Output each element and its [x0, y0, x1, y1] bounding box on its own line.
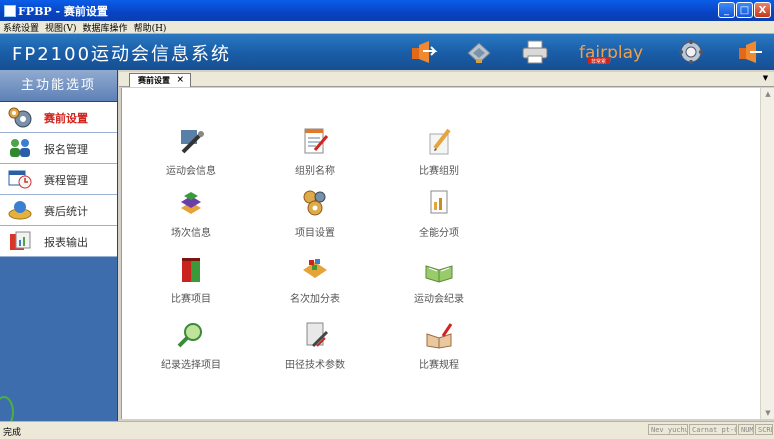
sidebar-item-label: 赛前设置 — [44, 112, 88, 125]
login-icon[interactable] — [409, 39, 439, 65]
tile-competition-events[interactable]: 比赛项目 — [136, 254, 246, 305]
status-text: 完成 — [3, 428, 22, 438]
tile-label: 比赛规程 — [419, 360, 459, 371]
sidebar-title: 主功能选项 — [0, 70, 117, 102]
sidebar-item-report[interactable]: 报表输出 — [0, 226, 117, 257]
sidebar: 主功能选项 赛前设置 报名管理 赛程管理 赛后统计 报表输出 — [0, 70, 118, 421]
sidebar-item-registration[interactable]: 报名管理 — [0, 133, 117, 164]
tile-label: 组别名称 — [295, 166, 335, 177]
open-book-icon — [425, 265, 453, 283]
app-icon — [4, 5, 16, 17]
gears-icon — [303, 190, 326, 216]
tile-label: 场次信息 — [171, 228, 211, 239]
window-title: FPBP - 赛前设置 — [18, 5, 108, 18]
tile-label: 运动会纪录 — [414, 294, 464, 305]
settings-gear-icon[interactable] — [676, 39, 706, 65]
document-tools-icon — [306, 322, 329, 348]
tile-field-parameters[interactable]: 田径技术参数 — [260, 320, 370, 371]
sidebar-item-label: 报表输出 — [44, 236, 88, 249]
tab-close-icon[interactable]: × — [176, 74, 184, 87]
header-banner: FP2100运动会信息系统 fairplay 非常累 — [0, 34, 774, 70]
notepad-edit-icon — [304, 128, 329, 154]
document-chart-icon — [430, 190, 448, 214]
book-quill-icon — [426, 323, 453, 349]
sidebar-item-pre-match[interactable]: 赛前设置 — [0, 102, 117, 133]
tile-competition-groups[interactable]: 比赛组别 — [384, 126, 494, 177]
database-icon[interactable] — [464, 39, 494, 65]
tile-session-info[interactable]: 场次信息 — [136, 188, 246, 239]
tab-strip: 赛前设置 × ▼ — [119, 72, 774, 87]
tools-icon — [181, 130, 204, 154]
tile-group-names[interactable]: 组别名称 — [260, 126, 370, 177]
fairplay-logo: fairplay 非常累 — [579, 43, 643, 65]
sidebar-item-schedule[interactable]: 赛程管理 — [0, 164, 117, 195]
tile-event-settings[interactable]: 项目设置 — [260, 188, 370, 239]
tile-combined-events[interactable]: 全能分项 — [384, 188, 494, 239]
tile-label: 田径技术参数 — [285, 360, 345, 371]
app-title: FP2100运动会信息系统 — [12, 44, 232, 65]
status-panel-scrl: SCRL — [755, 424, 773, 435]
sidebar-filler — [0, 263, 117, 421]
users-icon — [10, 139, 30, 157]
tile-label: 比赛项目 — [171, 294, 211, 305]
scroll-up-icon[interactable]: ▲ — [762, 88, 774, 100]
stats-disc-icon — [8, 201, 32, 220]
stacked-boxes-icon — [181, 192, 201, 214]
title-bar: FPBP - 赛前设置 _ □ X — [0, 0, 774, 21]
books-icon — [182, 258, 200, 282]
status-panel-1: Nev yuchugs — [648, 424, 688, 435]
tile-meet-records[interactable]: 运动会纪录 — [384, 254, 494, 305]
colored-blocks-icon — [303, 259, 327, 278]
status-panel-num: NUM — [738, 424, 754, 435]
pencil-paper-icon — [429, 128, 451, 155]
tile-label: 全能分项 — [419, 228, 459, 239]
sidebar-item-label: 赛程管理 — [44, 174, 88, 187]
status-panel-2: Carnat pt-CAT — [689, 424, 737, 435]
tile-rank-points[interactable]: 名次加分表 — [260, 254, 370, 305]
sidebar-item-label: 报名管理 — [44, 143, 88, 156]
tile-label: 项目设置 — [295, 228, 335, 239]
main-panel: 运动会信息 组别名称 比赛组别 场次信息 项目设置 全能分项 比赛项目 名次加分… — [121, 88, 761, 419]
exit-icon[interactable] — [735, 39, 765, 65]
tile-record-event-selection[interactable]: 纪录选择项目 — [136, 320, 246, 371]
tile-label: 名次加分表 — [290, 294, 340, 305]
scroll-down-icon[interactable]: ▼ — [762, 407, 774, 419]
tile-competition-rules[interactable]: 比赛规程 — [384, 320, 494, 371]
status-bar: 完成 Nev yuchugs Carnat pt-CAT NUM SCRL — [0, 421, 774, 439]
minimize-button[interactable]: _ — [718, 2, 735, 18]
sidebar-item-post-match[interactable]: 赛后统计 — [0, 195, 117, 226]
tile-label: 运动会信息 — [166, 166, 216, 177]
vertical-scrollbar[interactable]: ▲ ▼ — [760, 88, 774, 419]
calendar-icon — [8, 170, 32, 189]
sidebar-item-label: 赛后统计 — [44, 205, 88, 218]
printer-icon[interactable] — [520, 39, 550, 65]
tile-label: 纪录选择项目 — [161, 360, 221, 371]
gears-icon — [8, 107, 32, 128]
menu-bar: 系统设置 视图(V) 数据库操作 帮助(H) — [0, 21, 774, 34]
tab-dropdown-icon[interactable]: ▼ — [761, 74, 770, 83]
tab-label: 赛前设置 — [138, 75, 170, 85]
tile-label: 比赛组别 — [419, 166, 459, 177]
close-button[interactable]: X — [754, 2, 771, 18]
maximize-button[interactable]: □ — [736, 2, 753, 18]
tile-sports-meet-info[interactable]: 运动会信息 — [136, 126, 246, 177]
magnifier-icon — [177, 323, 202, 348]
report-chart-icon — [10, 231, 31, 250]
fairplay-logo-sub: 非常累 — [591, 58, 606, 65]
tab-pre-match[interactable]: 赛前设置 × — [129, 73, 191, 87]
